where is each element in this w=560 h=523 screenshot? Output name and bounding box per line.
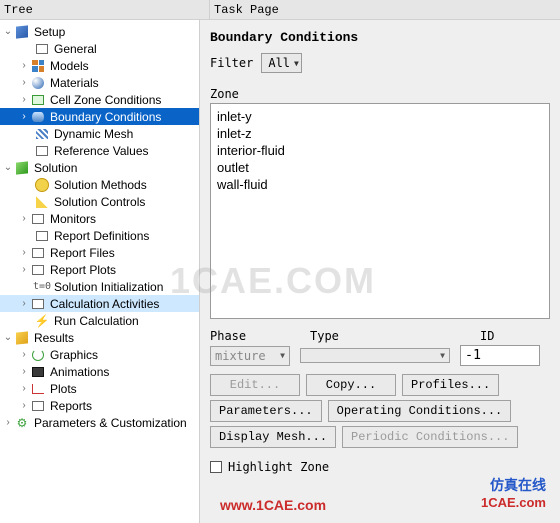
- solution-icon: [14, 160, 30, 176]
- tree-item-general[interactable]: General: [0, 40, 199, 57]
- zone-listbox[interactable]: inlet-y inlet-z interior-fluid outlet wa…: [210, 103, 550, 319]
- tree-item-parameters[interactable]: › ⚙ Parameters & Customization: [0, 414, 199, 431]
- page-title: Boundary Conditions: [210, 30, 550, 45]
- tree-item-solution-init[interactable]: t=0 Solution Initialization: [0, 278, 199, 295]
- expand-icon[interactable]: ›: [18, 298, 30, 309]
- zone-label: Zone: [210, 87, 550, 101]
- animations-icon: [30, 364, 46, 380]
- models-icon: [30, 58, 46, 74]
- expand-icon[interactable]: ›: [18, 213, 30, 224]
- tree-item-report-files[interactable]: › Report Files: [0, 244, 199, 261]
- collapse-icon[interactable]: ⌄: [2, 332, 14, 343]
- filter-label: Filter: [210, 56, 253, 70]
- parameters-icon: ⚙: [14, 415, 30, 431]
- expand-icon[interactable]: ›: [18, 77, 30, 88]
- display-mesh-button[interactable]: Display Mesh...: [210, 426, 336, 448]
- id-field[interactable]: [460, 345, 540, 366]
- highlight-zone-checkbox[interactable]: [210, 461, 222, 473]
- filter-value: All: [268, 56, 290, 70]
- zone-item[interactable]: outlet: [217, 159, 543, 176]
- collapse-icon[interactable]: ⌄: [2, 26, 14, 37]
- tree-item-solution-methods[interactable]: Solution Methods: [0, 176, 199, 193]
- chevron-down-icon: ▼: [440, 351, 445, 360]
- calc-activities-icon: [30, 296, 46, 312]
- tree-item-solution[interactable]: ⌄ Solution: [0, 159, 199, 176]
- phase-label: Phase: [210, 329, 290, 343]
- zone-item[interactable]: inlet-y: [217, 108, 543, 125]
- tree-item-materials[interactable]: › Materials: [0, 74, 199, 91]
- tree-item-monitors[interactable]: › Monitors: [0, 210, 199, 227]
- monitors-icon: [30, 211, 46, 227]
- type-dropdown[interactable]: ▼: [300, 348, 450, 363]
- expand-icon[interactable]: ›: [2, 417, 14, 428]
- expand-icon[interactable]: ›: [18, 400, 30, 411]
- tree-item-report-plots[interactable]: › Report Plots: [0, 261, 199, 278]
- tree-panel: ⌄ Setup General › Models › Materials › C…: [0, 20, 200, 523]
- parameters-button[interactable]: Parameters...: [210, 400, 322, 422]
- collapse-icon[interactable]: ⌄: [2, 162, 14, 173]
- zone-item[interactable]: interior-fluid: [217, 142, 543, 159]
- report-def-icon: [34, 228, 50, 244]
- type-label: Type: [310, 329, 460, 343]
- operating-conditions-button[interactable]: Operating Conditions...: [328, 400, 512, 422]
- tree-item-calculation-activities[interactable]: › Calculation Activities: [0, 295, 199, 312]
- tree-label: Setup: [34, 25, 65, 39]
- tree-item-solution-controls[interactable]: Solution Controls: [0, 193, 199, 210]
- controls-icon: [34, 194, 50, 210]
- tree-item-setup[interactable]: ⌄ Setup: [0, 23, 199, 40]
- tree-item-reference-values[interactable]: Reference Values: [0, 142, 199, 159]
- expand-icon[interactable]: ›: [18, 383, 30, 394]
- expand-icon[interactable]: ›: [18, 349, 30, 360]
- plots-icon: [30, 381, 46, 397]
- profiles-button[interactable]: Profiles...: [402, 374, 499, 396]
- tree-item-reports[interactable]: › Reports: [0, 397, 199, 414]
- methods-icon: [34, 177, 50, 193]
- expand-icon[interactable]: ›: [18, 60, 30, 71]
- reference-icon: [34, 143, 50, 159]
- tree-item-models[interactable]: › Models: [0, 57, 199, 74]
- copy-button[interactable]: Copy...: [306, 374, 396, 396]
- expand-icon[interactable]: ›: [18, 264, 30, 275]
- report-files-icon: [30, 245, 46, 261]
- zone-item[interactable]: inlet-z: [217, 125, 543, 142]
- graphics-icon: [30, 347, 46, 363]
- tree-item-run-calculation[interactable]: ⚡ Run Calculation: [0, 312, 199, 329]
- materials-icon: [30, 75, 46, 91]
- tree-item-cell-zone[interactable]: › Cell Zone Conditions: [0, 91, 199, 108]
- general-icon: [34, 41, 50, 57]
- mesh-icon: [34, 126, 50, 142]
- periodic-conditions-button: Periodic Conditions...: [342, 426, 518, 448]
- tree-item-boundary-conditions[interactable]: › Boundary Conditions: [0, 108, 199, 125]
- tree-item-graphics[interactable]: › Graphics: [0, 346, 199, 363]
- tree-item-plots[interactable]: › Plots: [0, 380, 199, 397]
- expand-icon[interactable]: ›: [18, 94, 30, 105]
- task-page-panel: Boundary Conditions Filter All ▼ Zone in…: [200, 20, 560, 523]
- id-label: ID: [480, 329, 550, 343]
- tree-item-report-definitions[interactable]: Report Definitions: [0, 227, 199, 244]
- report-plots-icon: [30, 262, 46, 278]
- chevron-down-icon: ▼: [280, 351, 285, 360]
- tree-item-dynamic-mesh[interactable]: Dynamic Mesh: [0, 125, 199, 142]
- reports-icon: [30, 398, 46, 414]
- edit-button: Edit...: [210, 374, 300, 396]
- chevron-down-icon: ▼: [294, 59, 299, 68]
- phase-dropdown: mixture ▼: [210, 346, 290, 366]
- filter-dropdown[interactable]: All ▼: [261, 53, 302, 73]
- cell-zone-icon: [30, 92, 46, 108]
- init-icon: t=0: [34, 279, 50, 295]
- tree-item-results[interactable]: ⌄ Results: [0, 329, 199, 346]
- highlight-zone-label: Highlight Zone: [228, 460, 329, 474]
- results-icon: [14, 330, 30, 346]
- tree-panel-header: Tree: [0, 0, 210, 19]
- setup-icon: [14, 24, 30, 40]
- zone-item[interactable]: wall-fluid: [217, 176, 543, 193]
- boundary-icon: [30, 109, 46, 125]
- tree-item-animations[interactable]: › Animations: [0, 363, 199, 380]
- expand-icon[interactable]: ›: [18, 247, 30, 258]
- task-panel-header: Task Page: [210, 0, 560, 19]
- run-icon: ⚡: [34, 313, 50, 329]
- expand-icon[interactable]: ›: [18, 366, 30, 377]
- expand-icon[interactable]: ›: [18, 111, 30, 122]
